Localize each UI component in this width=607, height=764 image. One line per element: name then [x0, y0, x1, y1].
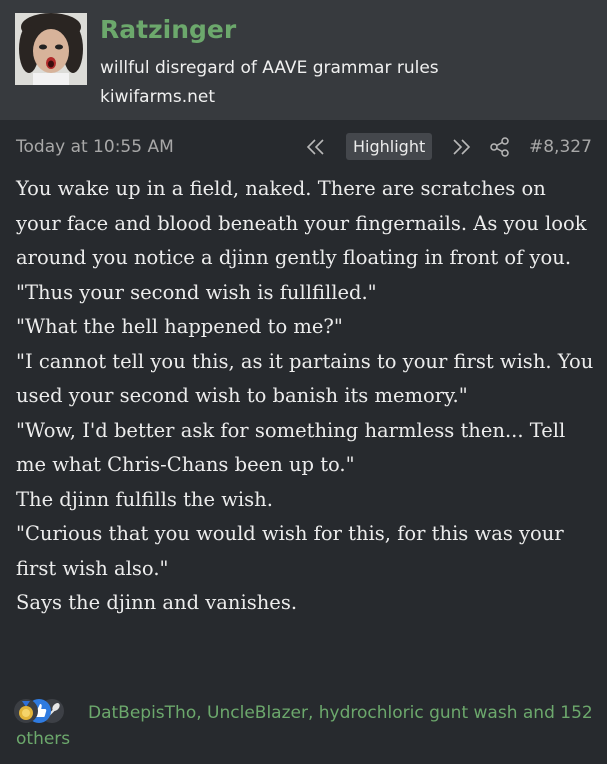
post-paragraph: "Thus your second wish is fullfilled."	[16, 280, 377, 304]
user-title: willful disregard of AAVE grammar rules	[100, 58, 439, 78]
share-icon	[490, 137, 509, 157]
post-timestamp[interactable]: Today at 10:55 AM	[16, 137, 174, 157]
post-body: You wake up in a field, naked. There are…	[16, 172, 596, 621]
avatar-image	[15, 13, 87, 85]
post-header: Ratzinger willful disregard of AAVE gram…	[0, 0, 607, 120]
medal-icon	[14, 699, 38, 723]
username[interactable]: Ratzinger	[100, 15, 236, 44]
reaction-icons[interactable]	[14, 699, 64, 725]
post-number-link[interactable]: #8,327	[529, 137, 592, 157]
post-paragraph: "I cannot tell you this, as it partains …	[16, 349, 594, 408]
post-paragraph: "What the hell happened to me?"	[16, 315, 343, 338]
post-paragraph: "Wow, I'd better ask for something harml…	[16, 418, 566, 477]
avatar[interactable]	[15, 13, 87, 85]
previous-highlight-button[interactable]	[304, 137, 328, 157]
post-paragraph: The djinn fulfills the wish.	[16, 487, 273, 511]
post-meta-bar: Today at 10:55 AM Highlight #8,327	[0, 128, 607, 164]
double-chevron-left-icon	[306, 139, 324, 155]
reaction-list: DatBepisTho, UncleBlazer, hydrochloric g…	[16, 700, 596, 752]
next-highlight-button[interactable]	[449, 137, 473, 157]
share-button[interactable]	[489, 136, 511, 158]
post-paragraph: "Curious that you would wish for this, f…	[16, 522, 564, 580]
highlight-button[interactable]: Highlight	[346, 133, 433, 160]
post-paragraph: Says the djinn and vanishes.	[16, 591, 298, 614]
user-banner: kiwifarms.net	[100, 87, 216, 107]
double-chevron-right-icon	[453, 139, 471, 155]
reaction-connector: and	[517, 703, 561, 723]
post-paragraph: You wake up in a field, naked. There are…	[16, 177, 587, 269]
reactor-names-link[interactable]: DatBepisTho, UncleBlazer, hydrochloric g…	[88, 703, 517, 723]
